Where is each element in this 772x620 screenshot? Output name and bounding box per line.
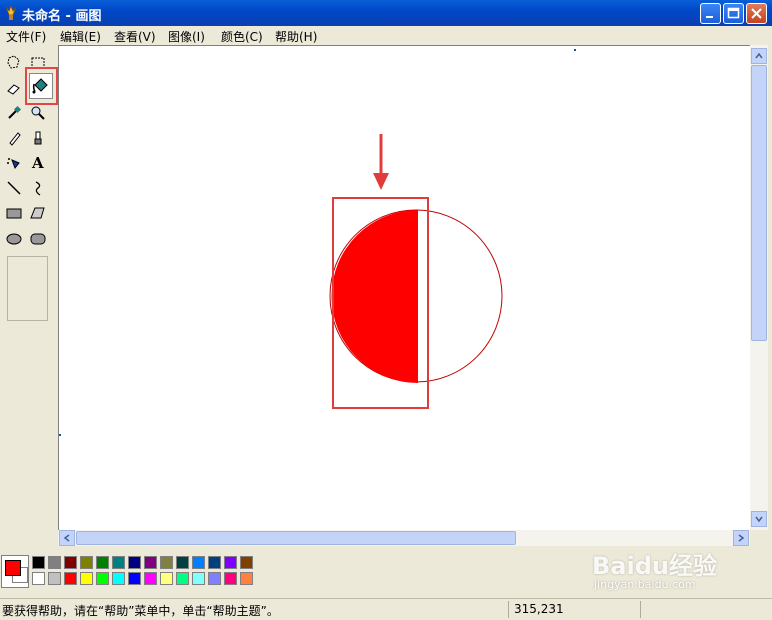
status-coordinates: 315,231	[514, 602, 564, 616]
chevron-up-icon	[755, 52, 763, 59]
palette-swatch[interactable]	[176, 556, 189, 569]
palette-swatch[interactable]	[208, 556, 221, 569]
maximize-button[interactable]	[723, 3, 744, 24]
resize-handle-left[interactable]	[59, 434, 61, 436]
resize-handle-top[interactable]	[574, 49, 576, 51]
foreground-color	[5, 560, 21, 576]
pencil-icon	[9, 132, 21, 146]
color-picker-icon	[8, 105, 22, 119]
curve-tool[interactable]	[27, 177, 49, 199]
palette-swatch[interactable]	[80, 556, 93, 569]
palette-swatch[interactable]	[128, 556, 141, 569]
menu-image[interactable]: 图像(I)	[168, 28, 205, 45]
polygon-icon	[30, 207, 45, 219]
canvas-page	[59, 46, 575, 434]
pencil-tool[interactable]	[3, 127, 25, 149]
palette-swatch[interactable]	[240, 556, 253, 569]
window-title: 未命名 - 画图	[22, 9, 102, 24]
watermark-logo: Baidu经验	[592, 552, 717, 580]
fill-bucket-icon	[32, 78, 48, 94]
palette-swatch[interactable]	[224, 556, 237, 569]
palette-swatch[interactable]	[160, 572, 173, 585]
chevron-down-icon	[755, 516, 763, 523]
magnifier-tool[interactable]	[27, 102, 49, 124]
palette-swatch[interactable]	[32, 556, 45, 569]
menu-view[interactable]: 查看(V)	[114, 28, 156, 45]
palette-swatch[interactable]	[128, 572, 141, 585]
palette-swatch[interactable]	[144, 572, 157, 585]
scroll-left-button[interactable]	[59, 530, 75, 546]
chevron-left-icon	[63, 534, 70, 542]
minimize-icon	[706, 16, 713, 18]
ellipse-icon	[6, 233, 22, 245]
text-icon: A	[32, 154, 44, 172]
polygon-tool[interactable]	[27, 202, 49, 224]
brush-icon	[34, 131, 42, 145]
airbrush-icon	[7, 158, 20, 169]
palette-swatch[interactable]	[144, 556, 157, 569]
eraser-tool[interactable]	[3, 77, 25, 99]
palette-swatch[interactable]	[64, 556, 77, 569]
minimize-button[interactable]	[700, 3, 721, 24]
eraser-icon	[7, 84, 20, 95]
palette-swatch[interactable]	[224, 572, 237, 585]
watermark-url: jingyan.baidu.com	[594, 578, 696, 591]
maximize-icon	[727, 7, 740, 19]
color-picker-tool[interactable]	[3, 102, 25, 124]
scroll-down-button[interactable]	[751, 511, 767, 527]
close-button[interactable]	[746, 3, 767, 24]
airbrush-tool[interactable]	[3, 152, 25, 174]
paint-app-icon	[5, 5, 17, 20]
magnifier-icon	[31, 106, 45, 120]
line-icon	[7, 181, 21, 195]
menu-help[interactable]: 帮助(H)	[275, 28, 317, 45]
palette-swatch[interactable]	[32, 572, 45, 585]
palette-swatch[interactable]	[192, 572, 205, 585]
palette-swatch[interactable]	[160, 556, 173, 569]
status-divider	[640, 601, 641, 618]
rectangle-tool[interactable]	[3, 202, 25, 224]
palette-swatch[interactable]	[240, 572, 253, 585]
text-tool[interactable]: A	[27, 152, 49, 174]
palette-swatch[interactable]	[64, 572, 77, 585]
curve-icon	[35, 181, 41, 196]
menu-file[interactable]: 文件(F)	[6, 28, 46, 45]
tool-options-panel[interactable]	[7, 256, 48, 321]
palette-swatch[interactable]	[96, 556, 109, 569]
palette-swatch[interactable]	[80, 572, 93, 585]
line-tool[interactable]	[3, 177, 25, 199]
watermark: Baidu经验 jingyan.baidu.com	[592, 540, 762, 595]
menu-bar: 文件(F) 编辑(E) 查看(V) 图像(I) 颜色(C) 帮助(H)	[0, 26, 772, 45]
status-help-text: 要获得帮助，请在“帮助”菜单中，单击“帮助主题”。	[2, 604, 279, 618]
menu-edit[interactable]: 编辑(E)	[60, 28, 101, 45]
free-form-select-tool[interactable]	[3, 52, 25, 74]
free-form-select-icon	[7, 55, 20, 69]
status-divider	[508, 601, 509, 618]
vertical-scroll-thumb[interactable]	[751, 65, 767, 341]
scroll-up-button[interactable]	[751, 48, 767, 64]
brush-tool[interactable]	[27, 127, 49, 149]
palette-swatch[interactable]	[192, 556, 205, 569]
palette-swatch[interactable]	[48, 556, 61, 569]
palette-swatch[interactable]	[208, 572, 221, 585]
title-bar: 未命名 - 画图	[0, 0, 772, 26]
drawing-area[interactable]	[58, 45, 750, 530]
vertical-scrollbar[interactable]	[750, 45, 768, 530]
horizontal-scroll-thumb[interactable]	[76, 531, 516, 545]
close-icon	[751, 8, 762, 19]
status-bar: 要获得帮助，请在“帮助”菜单中，单击“帮助主题”。 315,231	[0, 598, 772, 620]
palette-swatch[interactable]	[96, 572, 109, 585]
palette-swatch[interactable]	[176, 572, 189, 585]
menu-colors[interactable]: 颜色(C)	[221, 28, 263, 45]
rounded-rect-tool[interactable]	[27, 227, 49, 249]
ellipse-tool[interactable]	[3, 227, 25, 249]
fill-bucket-tool[interactable]	[29, 73, 53, 99]
palette-swatch[interactable]	[48, 572, 61, 585]
palette-swatch[interactable]	[112, 572, 125, 585]
rectangle-icon	[6, 208, 22, 219]
canvas-drawing[interactable]	[59, 46, 750, 530]
palette-swatch[interactable]	[112, 556, 125, 569]
rounded-rect-icon	[30, 233, 46, 245]
